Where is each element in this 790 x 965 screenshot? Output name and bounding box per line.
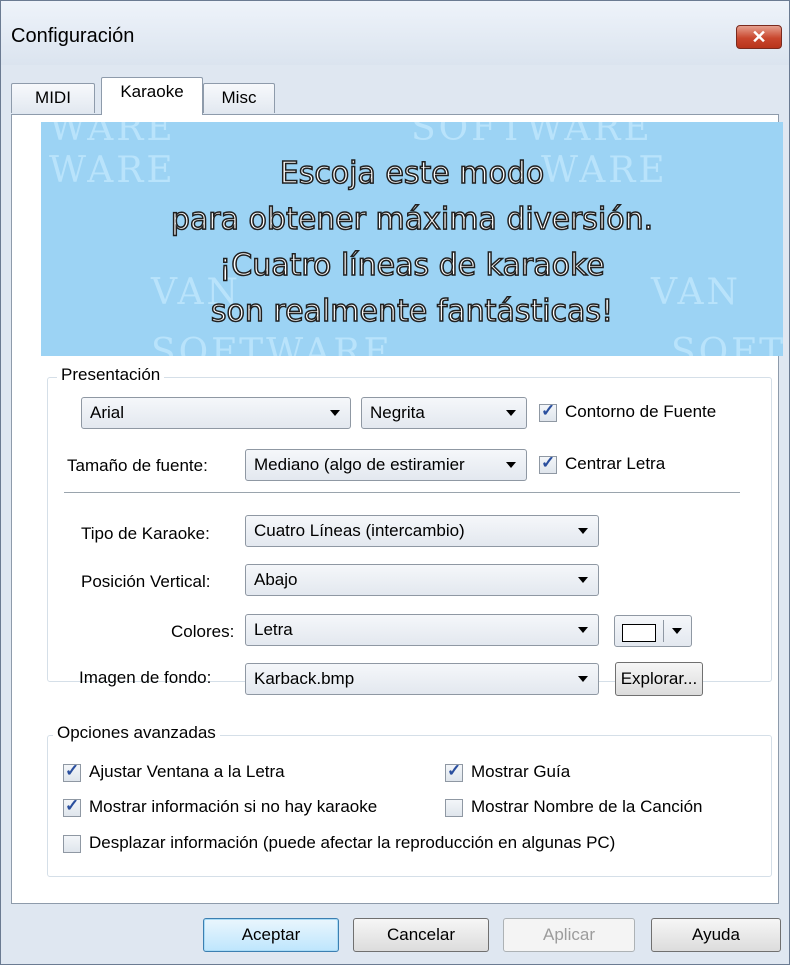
vertical-position-combo[interactable]: Abajo (245, 564, 599, 596)
ok-button[interactable]: Aceptar (203, 918, 339, 952)
watermark-text: SOFT (671, 332, 783, 356)
watermark-text: SOFTWARE (151, 332, 393, 356)
colors-combo-value: Letra (254, 620, 293, 639)
chevron-down-icon (330, 410, 340, 416)
chevron-down-icon (578, 627, 588, 633)
chevron-down-icon (578, 528, 588, 534)
watermark-text: WARE (49, 122, 176, 149)
show-guide-checkbox[interactable]: ✓ (445, 761, 463, 782)
outline-label: Contorno de Fuente (565, 402, 717, 421)
background-image-combo-value: Karback.bmp (254, 669, 355, 688)
show-song-name-checkbox[interactable] (445, 799, 463, 817)
chevron-down-icon (672, 628, 682, 634)
font-combo-value: Arial (90, 403, 125, 422)
font-style-combo[interactable]: Negrita (361, 397, 527, 429)
banner-line-3: ¡Cuatro líneas de karaoke (219, 247, 606, 284)
fit-window-checkbox[interactable]: ✓ (63, 761, 81, 782)
background-image-combo[interactable]: Karback.bmp (245, 663, 599, 695)
help-button[interactable]: Ayuda (651, 918, 781, 952)
scroll-info-checkbox[interactable] (63, 835, 81, 853)
fit-window-label: Ajustar Ventana a la Letra (89, 762, 285, 781)
chevron-down-icon (578, 676, 588, 682)
divider (663, 620, 664, 642)
color-swatch (622, 624, 656, 642)
advanced-options-legend: Opciones avanzadas (53, 723, 220, 743)
close-icon: ✕ (751, 27, 767, 47)
tab-karaoke[interactable]: Karaoke (101, 77, 203, 115)
show-guide-label: Mostrar Guía (471, 762, 571, 781)
checkmark-icon: ✓ (65, 796, 80, 815)
chevron-down-icon (578, 577, 588, 583)
checkmark-icon: ✓ (447, 761, 462, 780)
checkmark-icon: ✓ (541, 453, 556, 472)
background-image-label: Imagen de fondo: (79, 668, 212, 687)
karaoke-type-label: Tipo de Karaoke: (81, 524, 210, 543)
window-title: Configuración (11, 25, 135, 47)
settings-dialog: Configuración ✕ MIDI Karaoke Misc WARE W… (0, 0, 790, 965)
scroll-info-label: Desplazar información (puede afectar la … (89, 833, 616, 852)
show-info-checkbox[interactable]: ✓ (63, 796, 81, 817)
browse-button[interactable]: Explorar... (615, 662, 703, 696)
close-button[interactable]: ✕ (736, 25, 782, 49)
tab-misc[interactable]: Misc (203, 83, 275, 113)
cancel-button[interactable]: Cancelar (353, 918, 489, 952)
colors-combo[interactable]: Letra (245, 614, 599, 646)
checkmark-icon: ✓ (65, 761, 80, 780)
divider (64, 492, 740, 493)
outline-checkbox[interactable]: ✓ (539, 401, 557, 422)
chevron-down-icon (506, 410, 516, 416)
presentation-legend: Presentación (57, 365, 165, 385)
apply-button[interactable]: Aplicar (503, 918, 635, 952)
font-style-combo-value: Negrita (370, 403, 425, 422)
vertical-position-label: Posición Vertical: (81, 572, 211, 591)
karaoke-type-combo[interactable]: Cuatro Líneas (intercambio) (245, 515, 599, 547)
center-lyrics-label: Centrar Letra (565, 454, 666, 473)
font-size-label: Tamaño de fuente: (67, 456, 208, 475)
color-picker-button[interactable] (614, 615, 692, 647)
watermark-text: SOFTWARE (411, 122, 653, 149)
font-combo[interactable]: Arial (81, 397, 351, 429)
chevron-down-icon (506, 462, 516, 468)
karaoke-banner-image: WARE WARE SOFTWARE WARE VAN VAN SOFTWARE… (41, 122, 783, 356)
font-size-combo-value: Mediano (algo de estiramier (254, 455, 465, 474)
karaoke-type-combo-value: Cuatro Líneas (intercambio) (254, 521, 465, 540)
banner-line-1: Escoja este modo (279, 155, 545, 192)
show-info-label: Mostrar información si no hay karaoke (89, 797, 378, 816)
center-lyrics-checkbox[interactable]: ✓ (539, 453, 557, 474)
banner-line-4: son realmente fantásticas! (210, 293, 614, 330)
font-size-combo[interactable]: Mediano (algo de estiramier (245, 449, 527, 481)
colors-label: Colores: (171, 622, 235, 641)
tab-midi[interactable]: MIDI (11, 83, 95, 113)
show-song-name-label: Mostrar Nombre de la Canción (471, 797, 703, 816)
title-bar[interactable]: Configuración ✕ (1, 1, 789, 65)
checkmark-icon: ✓ (541, 401, 556, 420)
banner-line-2: para obtener máxima diversión. (170, 201, 654, 238)
vertical-position-combo-value: Abajo (254, 570, 298, 589)
